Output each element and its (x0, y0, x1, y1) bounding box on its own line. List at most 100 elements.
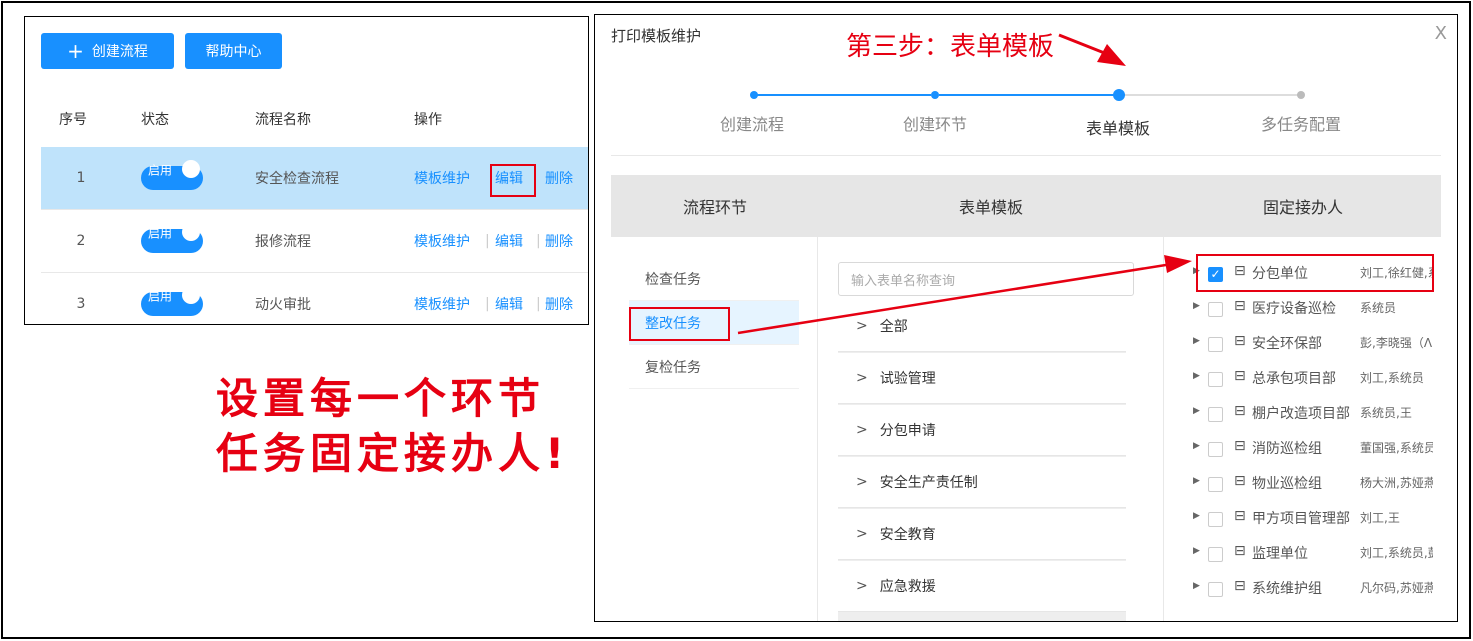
form-list: > 全部 > 试验管理 > 分包申请 > 安全生产责任制 > 安全教育 > 应急救援 (838, 301, 1126, 621)
dept-item[interactable]: ▶ ⊟ 棚户改造项目部 系统员,王 (1193, 396, 1433, 430)
checkbox[interactable] (1208, 547, 1223, 562)
dept-item[interactable]: ▶ ⊟ 医疗设备巡检 系统员 (1193, 291, 1433, 325)
checkbox[interactable] (1208, 512, 1223, 527)
dept-item[interactable]: ▶ ⊟ 安全环保部 彭,李晓强（ᐱ (1193, 326, 1433, 360)
form-item[interactable]: > 安全教育 (838, 509, 1126, 560)
task-recheck[interactable]: 复检任务 (629, 345, 799, 389)
checkbox[interactable] (1208, 372, 1223, 387)
step-line (756, 94, 931, 96)
expand-icon[interactable]: ▶ (1193, 371, 1200, 381)
separator: | (536, 233, 541, 249)
edit-link[interactable]: 编辑 (495, 294, 523, 314)
dept-item[interactable]: ▶ ⊟ 消防巡检组 董国强,系统员 (1193, 431, 1433, 465)
col-name: 流程名称 (255, 112, 311, 128)
col-no: 序号 (59, 112, 87, 128)
table-header: 序号 状态 流程名称 操作 (41, 97, 588, 141)
step-3[interactable]: 表单模板 (1086, 115, 1150, 139)
step-1[interactable]: 创建流程 (720, 111, 784, 135)
dept-item[interactable]: ▶ ⊟ 甲方项目管理部 刘工,王 (1193, 501, 1433, 535)
step-line (939, 94, 1115, 96)
help-center-button[interactable]: 帮助中心 (185, 33, 282, 69)
dept-item[interactable]: ▶ ⊟ 监理单位 刘工,系统员,彭 (1193, 536, 1433, 570)
process-list-panel: + 创建流程 帮助中心 序号 状态 流程名称 操作 1 启用 安全检查流程 模板… (24, 16, 589, 325)
process-name: 报修流程 (255, 234, 311, 250)
expand-icon[interactable]: ▶ (1193, 336, 1200, 346)
form-item[interactable]: > 分包申请 (838, 405, 1126, 456)
department-icon: ⊟ (1234, 578, 1246, 594)
expand-icon[interactable]: ▶ (1193, 301, 1200, 311)
row-number: 2 (76, 233, 86, 249)
checkbox[interactable] (1208, 407, 1223, 422)
form-item[interactable]: > 试验管理 (838, 353, 1126, 404)
separator: | (485, 296, 490, 312)
task-check[interactable]: 检查任务 (629, 257, 799, 301)
expand-icon[interactable]: ▶ (1193, 441, 1200, 451)
step-4[interactable]: 多任务配置 (1261, 111, 1341, 135)
dialog-title: 打印模板维护 (611, 27, 702, 45)
checkbox[interactable] (1208, 442, 1223, 457)
step-callout: 第三步：表单模板 (846, 21, 1054, 67)
row-number: 3 (76, 296, 86, 312)
dept-item[interactable]: ▶ ⊟ 物业巡检组 杨大洲,苏娅燕 (1193, 466, 1433, 500)
status-toggle[interactable]: 启用 (141, 160, 203, 190)
chevron-right-icon: > (856, 526, 868, 542)
expand-icon[interactable]: ▶ (1193, 406, 1200, 416)
close-icon[interactable]: X (1435, 23, 1447, 44)
plus-icon: + (67, 39, 84, 63)
template-link[interactable]: 模板维护 (414, 294, 470, 314)
column-divider (1163, 237, 1164, 621)
checkbox[interactable] (1208, 477, 1223, 492)
form-item[interactable]: > 安全生产责任制 (838, 457, 1126, 508)
table-row[interactable]: 3 启用 动火审批 模板维护 | 编辑 | 删除 (41, 273, 588, 324)
form-item[interactable]: > 全部 (838, 301, 1126, 352)
dept-item[interactable]: ▶ ⊟ 系统维护组 凡尔码,苏娅燕 (1193, 571, 1433, 605)
status-toggle[interactable]: 启用 (141, 286, 203, 316)
create-process-button[interactable]: + 创建流程 (41, 33, 174, 69)
department-icon: ⊟ (1234, 403, 1246, 419)
department-icon: ⊟ (1234, 333, 1246, 349)
step-2[interactable]: 创建环节 (903, 111, 967, 135)
template-dialog: 打印模板维护 X 创建流程 创建环节 表单模板 多任务配置 第三步：表单模板 流… (594, 14, 1458, 622)
process-name: 安全检查流程 (255, 171, 339, 187)
delete-link[interactable]: 删除 (545, 294, 573, 314)
expand-icon[interactable]: ▶ (1193, 476, 1200, 486)
status-toggle[interactable]: 启用 (141, 223, 203, 253)
handler-highlight-box (1196, 254, 1434, 292)
step-bar: 创建流程 创建环节 表单模板 多任务配置 (595, 75, 1457, 165)
delete-link[interactable]: 删除 (545, 231, 573, 251)
task-highlight-box (629, 307, 730, 341)
chevron-right-icon: > (856, 474, 868, 490)
process-name: 动火审批 (255, 297, 311, 313)
form-item[interactable]: > 应急救援 (838, 561, 1126, 612)
step-line (1123, 94, 1299, 96)
delete-link[interactable]: 删除 (545, 168, 573, 188)
checkbox[interactable] (1208, 337, 1223, 352)
col-status: 状态 (141, 112, 169, 128)
template-link[interactable]: 模板维护 (414, 168, 470, 188)
template-link[interactable]: 模板维护 (414, 231, 470, 251)
checkbox[interactable] (1208, 582, 1223, 597)
column-divider (817, 237, 818, 621)
edit-highlight-box (490, 164, 536, 197)
department-icon: ⊟ (1234, 508, 1246, 524)
dept-item[interactable]: ▶ ⊟ 总承包项目部 刘工,系统员 (1193, 361, 1433, 395)
department-icon: ⊟ (1234, 368, 1246, 384)
expand-icon[interactable]: ▶ (1193, 511, 1200, 521)
annotation-line-2: 任务固定接办人! (216, 429, 570, 478)
divider (611, 155, 1441, 156)
create-process-label: 创建流程 (91, 44, 148, 60)
expand-icon[interactable]: ▶ (1193, 581, 1200, 591)
expand-icon[interactable]: ▶ (1193, 546, 1200, 556)
section-header: 流程环节 表单模板 固定接办人 (611, 175, 1441, 237)
header-forms: 表单模板 (958, 198, 1024, 217)
step-dot-active (1113, 89, 1125, 101)
chevron-right-icon: > (856, 422, 868, 438)
table-row[interactable]: 2 启用 报修流程 模板维护 | 编辑 | 删除 (41, 210, 588, 273)
form-search-input[interactable]: 输入表单名称查询 (838, 262, 1134, 296)
checkbox[interactable] (1208, 302, 1223, 317)
edit-link[interactable]: 编辑 (495, 231, 523, 251)
annotation-line-1: 设置每一个环节 (216, 374, 546, 423)
separator: | (536, 296, 541, 312)
chevron-right-icon: > (856, 578, 868, 594)
separator: | (485, 233, 490, 249)
